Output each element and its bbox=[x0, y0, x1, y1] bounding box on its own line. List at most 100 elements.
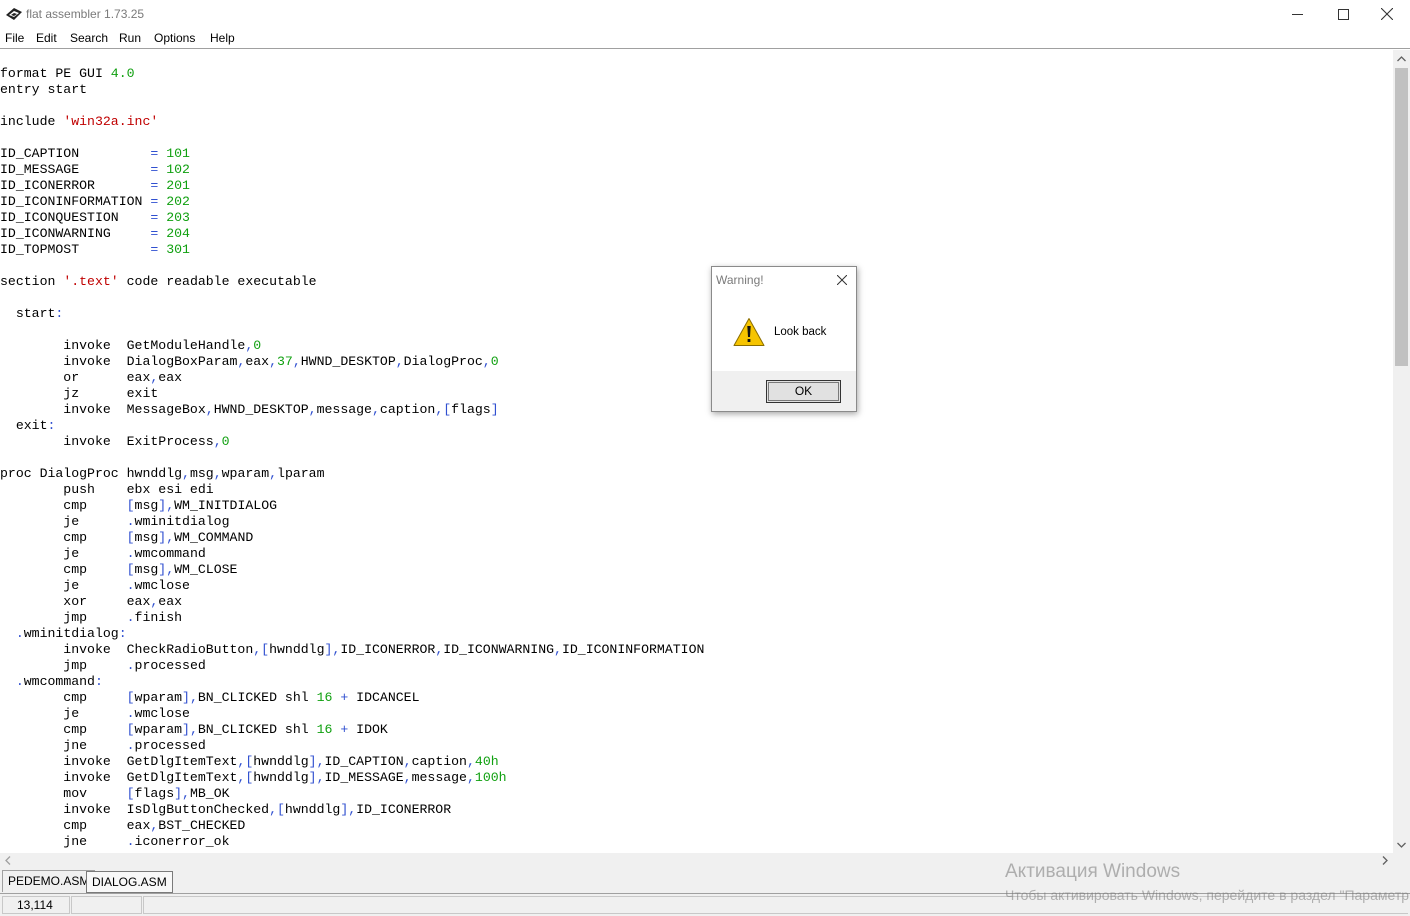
code-token: . bbox=[126, 610, 135, 625]
tab-pedemo[interactable]: PEDEMO.ASM bbox=[2, 870, 96, 892]
dialog-message: Look back bbox=[774, 326, 827, 338]
code-line[interactable]: push ebx esi edi bbox=[0, 482, 213, 498]
code-line[interactable]: section '.text' code readable executable bbox=[0, 274, 317, 290]
code-token: WM_INITDIALOG bbox=[174, 498, 278, 513]
code-token: 0 bbox=[490, 354, 499, 369]
code-token: , bbox=[403, 770, 412, 785]
code-line[interactable]: .wmcommand: bbox=[0, 674, 103, 690]
code-line[interactable]: je .wmcommand bbox=[0, 546, 205, 562]
code-line[interactable]: jmp .processed bbox=[0, 658, 206, 674]
code-line[interactable]: jne .processed bbox=[0, 738, 206, 754]
menu-edit[interactable]: Edit bbox=[36, 31, 57, 45]
code-line[interactable]: je .wmclose bbox=[0, 706, 190, 722]
title-bar[interactable]: flat assembler 1.73.25 bbox=[0, 0, 1410, 28]
code-token: processed bbox=[134, 658, 206, 673]
code-line[interactable]: mov [flags],MB_OK bbox=[0, 786, 229, 802]
code-line[interactable]: ID_ICONQUESTION = 203 bbox=[0, 210, 190, 226]
dialog-footer: OK bbox=[712, 371, 856, 411]
code-line[interactable]: invoke GetDlgItemText,[hwnddlg],ID_CAPTI… bbox=[0, 754, 498, 770]
code-token: je bbox=[0, 706, 127, 721]
scroll-left-arrow-icon[interactable] bbox=[0, 853, 16, 868]
code-token: msg bbox=[134, 562, 159, 577]
code-token: 'win32a.inc' bbox=[63, 114, 159, 129]
code-line[interactable]: ID_TOPMOST = 301 bbox=[0, 242, 190, 258]
code-token: , bbox=[213, 434, 222, 449]
code-line[interactable]: invoke ExitProcess,0 bbox=[0, 434, 229, 450]
maximize-button[interactable] bbox=[1320, 0, 1366, 28]
menu-help[interactable]: Help bbox=[210, 31, 235, 45]
minimize-icon bbox=[1291, 13, 1303, 15]
code-line[interactable]: invoke DialogBoxParam,eax,37,HWND_DESKTO… bbox=[0, 354, 499, 370]
code-token: finish bbox=[134, 610, 183, 625]
code-token: , bbox=[308, 402, 317, 417]
vertical-scrollbar[interactable] bbox=[1393, 50, 1410, 853]
code-line[interactable]: format PE GUI 4.0 bbox=[0, 66, 135, 82]
code-token: . bbox=[126, 578, 135, 593]
code-token: , bbox=[213, 466, 222, 481]
code-token: 204 bbox=[166, 226, 190, 241]
code-editor[interactable]: format PE GUI 4.0 entry start include 'win… bbox=[0, 50, 1393, 853]
code-line[interactable]: .wminitdialog: bbox=[0, 626, 127, 642]
code-token: , bbox=[253, 642, 262, 657]
menu-file[interactable]: File bbox=[5, 31, 24, 45]
code-line[interactable]: xor eax,eax bbox=[0, 594, 182, 610]
warning-dialog[interactable]: Warning! Look back OK bbox=[711, 266, 857, 412]
code-line[interactable]: ID_ICONINFORMATION = 202 bbox=[0, 194, 190, 210]
code-line[interactable]: ID_CAPTION = 101 bbox=[0, 146, 190, 162]
code-token: , bbox=[166, 498, 175, 513]
code-token: [ bbox=[126, 498, 135, 513]
code-line[interactable]: invoke IsDlgButtonChecked,[hwnddlg],ID_I… bbox=[0, 802, 451, 818]
code-line[interactable]: je .wmclose bbox=[0, 578, 190, 594]
dialog-close-button[interactable] bbox=[832, 270, 852, 290]
watermark-title: Активация Windows bbox=[1005, 861, 1181, 882]
code-token: 4.0 bbox=[110, 66, 135, 81]
code-token: : bbox=[94, 674, 103, 689]
tab-dialog[interactable]: DIALOG.ASM bbox=[86, 871, 173, 893]
code-line[interactable]: invoke CheckRadioButton,[hwnddlg],ID_ICO… bbox=[0, 642, 704, 658]
code-line[interactable]: invoke GetModuleHandle,0 bbox=[0, 338, 261, 354]
code-line[interactable]: entry start bbox=[0, 82, 87, 98]
code-line[interactable]: cmp [wparam],BN_CLICKED shl 16 + IDCANCE… bbox=[0, 690, 420, 706]
close-button[interactable] bbox=[1364, 0, 1410, 28]
code-line[interactable]: exit: bbox=[0, 418, 56, 434]
menu-search[interactable]: Search bbox=[70, 31, 108, 45]
code-line[interactable]: jz exit bbox=[0, 386, 158, 402]
code-line[interactable]: cmp [msg],WM_INITDIALOG bbox=[0, 498, 277, 514]
code-token: [ bbox=[126, 690, 135, 705]
scroll-up-arrow-icon[interactable] bbox=[1393, 50, 1410, 67]
code-token: or eax bbox=[0, 370, 151, 385]
warning-icon bbox=[733, 317, 765, 347]
code-token: , bbox=[269, 802, 277, 817]
code-token: IDCANCEL bbox=[348, 690, 420, 705]
code-line[interactable]: ID_ICONWARNING = 204 bbox=[0, 226, 190, 242]
scroll-down-arrow-icon[interactable] bbox=[1393, 836, 1410, 853]
code-line[interactable]: proc DialogProc hwnddlg,msg,wparam,lpara… bbox=[0, 466, 325, 482]
code-token: . bbox=[15, 626, 24, 641]
code-line[interactable]: start: bbox=[0, 306, 64, 322]
minimize-button[interactable] bbox=[1274, 0, 1320, 28]
code-line[interactable]: cmp eax,BST_CHECKED bbox=[0, 818, 245, 834]
ok-button[interactable]: OK bbox=[766, 380, 841, 403]
code-line[interactable]: jmp .finish bbox=[0, 610, 182, 626]
code-token: , bbox=[482, 354, 491, 369]
code-line[interactable]: ID_MESSAGE = 102 bbox=[0, 162, 190, 178]
code-line[interactable]: cmp [wparam],BN_CLICKED shl 16 + IDOK bbox=[0, 722, 388, 738]
code-line[interactable]: include 'win32a.inc' bbox=[0, 114, 158, 130]
activation-watermark: Активация Windows Чтобы активировать Win… bbox=[1005, 860, 1410, 905]
code-line[interactable]: or eax,eax bbox=[0, 370, 182, 386]
code-line[interactable]: invoke MessageBox,HWND_DESKTOP,message,c… bbox=[0, 402, 498, 418]
code-token: . bbox=[126, 546, 135, 561]
maximize-icon bbox=[1337, 8, 1349, 20]
code-token: '.text' bbox=[63, 274, 119, 289]
code-line[interactable]: cmp [msg],WM_COMMAND bbox=[0, 530, 253, 546]
code-line[interactable]: ID_ICONERROR = 201 bbox=[0, 178, 190, 194]
menu-options[interactable]: Options bbox=[154, 31, 195, 45]
code-line[interactable]: jne .iconerror_ok bbox=[0, 834, 229, 850]
code-line[interactable]: je .wminitdialog bbox=[0, 514, 229, 530]
code-token: processed bbox=[134, 738, 206, 753]
menu-run[interactable]: Run bbox=[119, 31, 141, 45]
code-line[interactable]: cmp [msg],WM_CLOSE bbox=[0, 562, 237, 578]
code-token: IDOK bbox=[348, 722, 388, 737]
vertical-scroll-thumb[interactable] bbox=[1395, 68, 1408, 366]
code-line[interactable]: invoke GetDlgItemText,[hwnddlg],ID_MESSA… bbox=[0, 770, 506, 786]
